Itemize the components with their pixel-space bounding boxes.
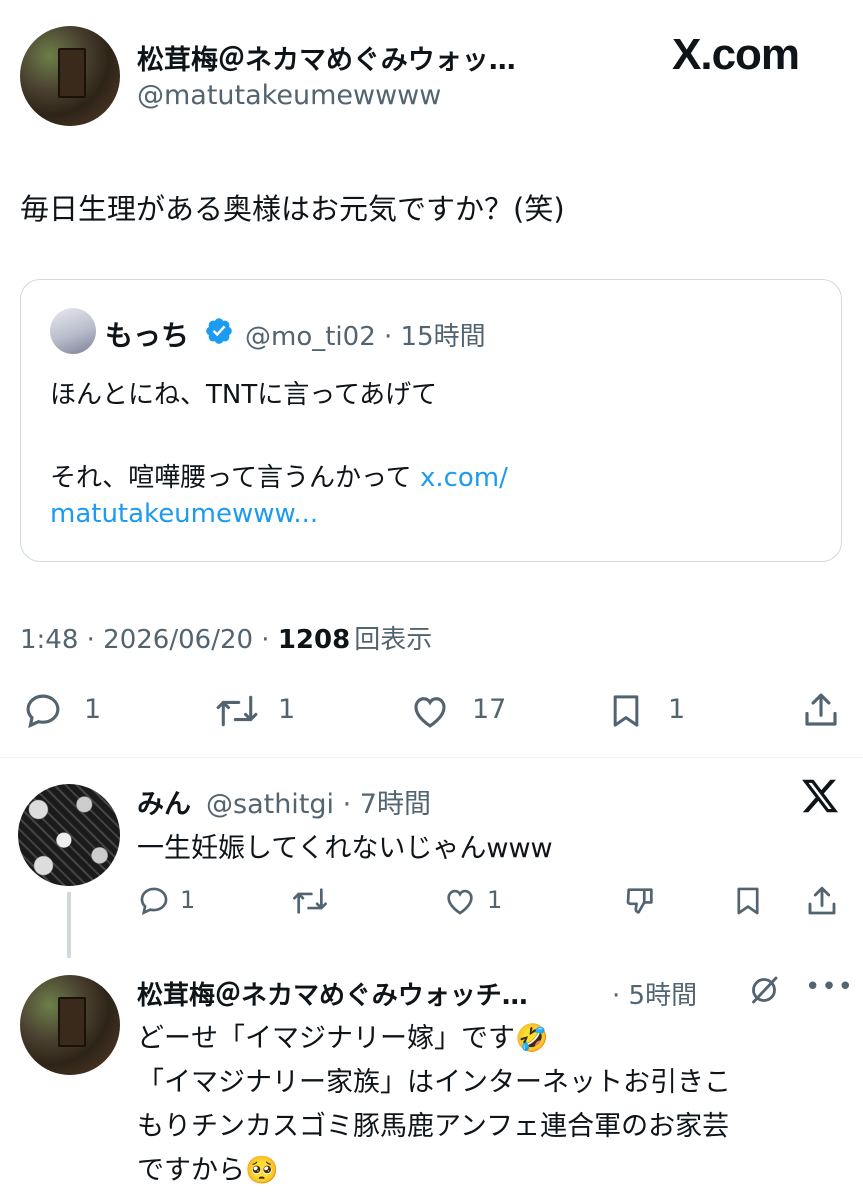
tweet-time[interactable]: 1:48 · 2026/06/20 · (20, 625, 278, 655)
tweet-meta: 1:48 · 2026/06/20 · 1208 回表示 (20, 619, 432, 656)
reply2-meta: · 5時間 (612, 981, 698, 1011)
share-icon[interactable] (800, 688, 842, 732)
quoted-line1: ほんとにね、TNTに言ってあげて (50, 380, 438, 410)
tweet-text: 毎日生理がある奥様はお元気ですか？(笑) (20, 192, 565, 226)
reply2-line2: 「イマジナリー家族」はインターネットお引きこ (137, 1067, 731, 1098)
grok-icon[interactable] (746, 972, 782, 1008)
reply1-meta: @sathitgi · 7時間 (206, 789, 431, 820)
like-button[interactable] (408, 690, 452, 732)
divider (0, 757, 863, 758)
reply1-text: 一生妊娠してくれないじゃんwww (137, 833, 553, 864)
reply2-line4: ですから🥺 (137, 1155, 279, 1186)
reply2-author-name[interactable]: 松茸梅＠ネカマめぐみウォッチ… (137, 975, 528, 1012)
reply1-bookmark-button[interactable] (731, 883, 765, 919)
reply-button[interactable] (22, 690, 64, 732)
reply1-like-count: 1 (487, 886, 503, 914)
retweet-count: 1 (278, 694, 296, 725)
reply2-line1: どーせ「イマジナリー嫁」です🤣 (137, 1023, 549, 1054)
quoted-line2-text: それ、喧嘩腰って言うんかって (50, 463, 412, 493)
views-label: 回表示 (354, 625, 433, 655)
retweet-button[interactable] (213, 690, 261, 732)
author-avatar[interactable] (20, 26, 120, 126)
reply1-avatar[interactable] (18, 784, 120, 886)
bookmark-count: 1 (668, 694, 686, 725)
quoted-link[interactable]: x.com/ (420, 463, 508, 493)
author-handle[interactable]: @matutakeumewwww (137, 80, 441, 111)
views-count: 1208 (277, 625, 351, 655)
quoted-line2: それ、喧嘩腰って言うんかって x.com/ (50, 457, 508, 494)
quoted-link-cont[interactable]: matutakeumewww... (50, 499, 318, 529)
reply1-dislike-button[interactable] (622, 884, 658, 918)
thread-line (67, 892, 71, 958)
reply1-retweet-button[interactable] (290, 884, 330, 918)
reply1-like-button[interactable] (442, 884, 478, 918)
reply1-reply-count: 1 (180, 886, 196, 914)
like-count: 17 (472, 694, 507, 725)
reply1-share-icon[interactable] (804, 882, 840, 920)
brand-logo: X.com (672, 30, 800, 79)
reply-count: 1 (84, 694, 102, 725)
quoted-tweet-card[interactable]: もっち @mo_ti02 · 15時間 ほんとにね、TNTに言ってあげて それ、… (20, 279, 842, 562)
reply2-avatar[interactable] (20, 975, 120, 1075)
bookmark-button[interactable] (606, 689, 646, 733)
reply2-line3: もりチンカスゴミ豚馬鹿アンフェ連合軍のお家芸 (137, 1111, 730, 1142)
quoted-avatar (50, 308, 96, 354)
reply1-author-name[interactable]: みん (137, 782, 191, 821)
quoted-author-name: もっち (105, 319, 190, 352)
reply1-reply-button[interactable] (137, 884, 171, 918)
quoted-meta: @mo_ti02 · 15時間 (245, 322, 486, 352)
x-logo-icon (800, 776, 840, 820)
verified-badge-icon (204, 316, 234, 346)
more-options-icon[interactable]: ••• (805, 972, 854, 1002)
author-name[interactable]: 松茸梅＠ネカマめぐみウォッ… (137, 38, 516, 77)
